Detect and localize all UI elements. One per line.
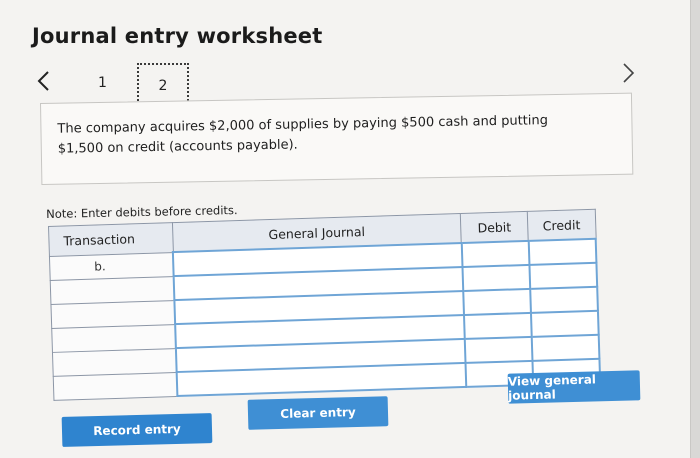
page-1-link[interactable]: 1: [98, 75, 107, 91]
column-header-credit: Credit: [527, 209, 596, 241]
clear-entry-button[interactable]: Clear entry: [247, 396, 389, 430]
credit-input[interactable]: [529, 262, 598, 289]
journal-entry-table: Transaction General Journal Debit Credit…: [48, 208, 602, 401]
column-header-debit: Debit: [460, 211, 529, 244]
credit-input[interactable]: [531, 334, 600, 361]
page-2-label: 2: [158, 78, 168, 94]
credit-input[interactable]: [530, 310, 599, 337]
instruction-note: Note: Enter debits before credits.: [46, 202, 238, 221]
debit-input[interactable]: [462, 264, 530, 292]
worksheet-panel: Journal entry worksheet 1 2 The company …: [0, 0, 691, 458]
transaction-cell: [53, 372, 178, 400]
page-title: Journal entry worksheet: [32, 24, 323, 48]
problem-text: The company acquires $2,000 of supplies …: [57, 113, 549, 157]
debit-input[interactable]: [461, 240, 530, 268]
chevron-left-icon[interactable]: [34, 66, 54, 96]
problem-statement-box: The company acquires $2,000 of supplies …: [40, 92, 634, 185]
debit-input[interactable]: [464, 336, 533, 363]
debit-input[interactable]: [463, 312, 532, 339]
debit-input[interactable]: [462, 288, 531, 315]
column-header-transaction: Transaction: [48, 222, 174, 256]
view-general-journal-button[interactable]: View general journal: [507, 370, 641, 404]
record-entry-button[interactable]: Record entry: [61, 413, 213, 447]
chevron-right-icon[interactable]: [618, 58, 638, 88]
credit-input[interactable]: [529, 286, 598, 313]
credit-input[interactable]: [528, 238, 597, 265]
